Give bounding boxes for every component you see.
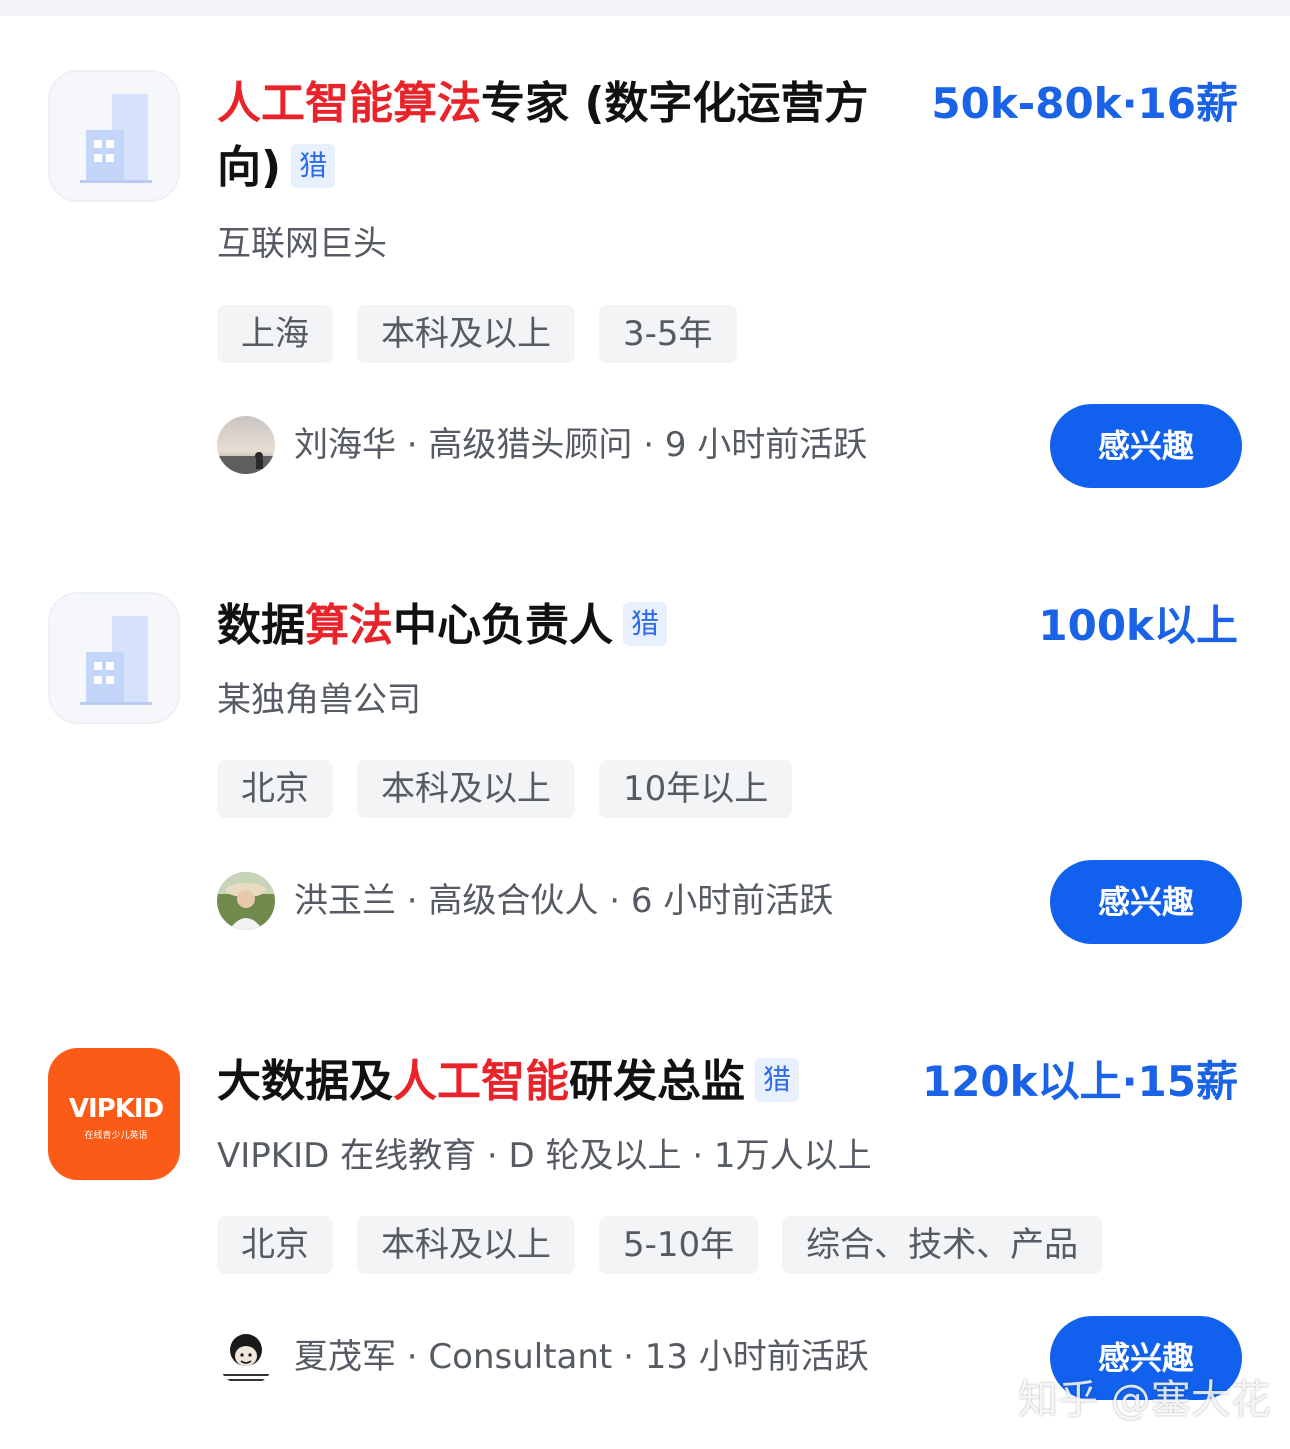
- job-title[interactable]: 人工智能算法专家 (数字化运营方向) 猎: [217, 72, 917, 200]
- title-highlight: 人工智能: [393, 1056, 569, 1107]
- tag-education: 本科及以上: [357, 760, 575, 818]
- building-icon: [80, 94, 152, 183]
- meme-avatar-icon: [217, 1328, 275, 1386]
- job-tags: 上海 本科及以上 3-5年: [217, 305, 737, 363]
- tag-location: 上海: [217, 305, 333, 363]
- title-text: 数据: [217, 600, 305, 651]
- tag-function: 综合、技术、产品: [782, 1216, 1103, 1274]
- company-logo: VIPKID 在线青少儿英语: [48, 1048, 180, 1180]
- tag-experience: 3-5年: [599, 305, 737, 363]
- job-card[interactable]: 人工智能算法专家 (数字化运营方向) 猎 50k-80k·16薪 互联网巨头 上海…: [0, 0, 1290, 520]
- headhunter-badge: 猎: [755, 1058, 800, 1102]
- job-title[interactable]: 大数据及人工智能研发总监猎: [217, 1050, 917, 1114]
- interested-button[interactable]: 感兴趣: [1050, 404, 1242, 488]
- tag-location: 北京: [217, 1216, 333, 1274]
- salary: 120k以上·15薪: [921, 1057, 1238, 1106]
- salary: 50k-80k·16薪: [931, 79, 1238, 128]
- tag-experience: 5-10年: [599, 1216, 759, 1274]
- company-name: 互联网巨头: [217, 224, 387, 264]
- title-highlight: 人工智能算法: [217, 78, 481, 129]
- recruiter-info: 洪玉兰 · 高级合伙人 · 6 小时前活跃: [294, 881, 834, 921]
- vipkid-logo-subtext: 在线青少儿英语: [84, 1131, 148, 1141]
- title-text: 大数据及: [217, 1056, 393, 1107]
- tag-education: 本科及以上: [357, 305, 575, 363]
- title-text: 中心负责人: [393, 600, 613, 651]
- company-logo: [48, 592, 180, 724]
- job-card[interactable]: 数据算法中心负责人猎 100k以上 某独角兽公司 北京 本科及以上 10年以上 …: [0, 560, 1290, 980]
- recruiter-avatar[interactable]: [217, 416, 275, 474]
- salary: 100k以上: [1038, 601, 1238, 650]
- title-text: 研发总监: [569, 1056, 745, 1107]
- job-tags: 北京 本科及以上 10年以上: [217, 760, 793, 818]
- vipkid-logo-text: VIPKID: [68, 1094, 164, 1124]
- watermark: 知乎 @塞大花: [1018, 1377, 1271, 1423]
- tag-education: 本科及以上: [357, 1216, 575, 1274]
- tag-location: 北京: [217, 760, 333, 818]
- headhunter-badge: 猎: [291, 144, 336, 188]
- company-logo: [48, 70, 180, 202]
- company-name: VIPKID 在线教育 · D 轮及以上 · 1万人以上: [217, 1136, 872, 1176]
- company-name: 某独角兽公司: [217, 680, 421, 720]
- headhunter-badge: 猎: [623, 602, 668, 646]
- title-highlight: 算法: [305, 600, 393, 651]
- person-avatar-icon: [217, 872, 275, 930]
- recruiter-info: 刘海华 · 高级猎头顾问 · 9 小时前活跃: [294, 425, 868, 465]
- landscape-avatar-icon: [217, 416, 275, 474]
- building-icon: [80, 616, 152, 705]
- job-tags: 北京 本科及以上 5-10年 综合、技术、产品: [217, 1216, 1103, 1274]
- recruiter-info: 夏茂军 · Consultant · 13 小时前活跃: [294, 1337, 869, 1377]
- job-title[interactable]: 数据算法中心负责人猎: [217, 594, 917, 658]
- tag-experience: 10年以上: [599, 760, 793, 818]
- recruiter-avatar[interactable]: [217, 872, 275, 930]
- recruiter-avatar[interactable]: [217, 1328, 275, 1386]
- interested-button[interactable]: 感兴趣: [1050, 860, 1242, 944]
